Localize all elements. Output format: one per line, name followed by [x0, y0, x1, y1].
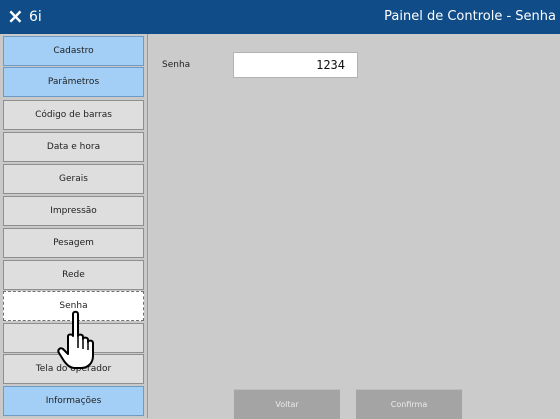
sidebar-item-label: Data e hora: [46, 142, 101, 152]
back-button-label: Voltar: [275, 400, 299, 409]
sidebar-item-label: Cadastro: [53, 46, 94, 56]
close-icon[interactable]: ×: [7, 4, 24, 28]
sidebar-item-data-e-hora[interactable]: Data e hora: [3, 132, 144, 162]
sidebar-item-rede[interactable]: Rede: [3, 260, 144, 290]
sidebar-item-senha[interactable]: Senha: [3, 291, 144, 321]
confirm-button[interactable]: Confirma: [356, 389, 462, 419]
sidebar: Cadastro Parâmetros Código de barras Dat…: [0, 34, 148, 418]
sidebar-item-cadastro[interactable]: Cadastro: [3, 36, 144, 66]
sidebar-item-impressao[interactable]: Impressão: [3, 196, 144, 226]
sidebar-item-gerais[interactable]: Gerais: [3, 164, 144, 194]
sidebar-item-codigo-de-barras[interactable]: Código de barras: [3, 100, 144, 130]
sidebar-item-pesagem[interactable]: Pesagem: [3, 228, 144, 258]
confirm-button-label: Confirma: [390, 400, 428, 409]
sidebar-item-label: Informações: [45, 396, 102, 406]
sidebar-item-label: Gerais: [59, 174, 88, 184]
sidebar-item-label: Rede: [62, 270, 85, 280]
sidebar-item-label: Impressão: [50, 206, 97, 216]
sidebar-item-label: Tela do operador: [35, 364, 112, 374]
sidebar-item-parametros[interactable]: Parâmetros: [3, 67, 144, 97]
sidebar-item-label: Parâmetros: [47, 77, 100, 87]
password-label: Senha: [162, 60, 191, 70]
sidebar-item-label: Pesagem: [53, 238, 94, 248]
main-content: Senha 1234 Voltar Confirma: [148, 34, 560, 419]
sidebar-item-blank[interactable]: [3, 323, 144, 353]
app-name: 6i: [29, 9, 42, 25]
window-title: Painel de Controle - Senha: [384, 9, 556, 24]
sidebar-item-informacoes[interactable]: Informações: [3, 386, 144, 416]
title-bar: × 6i Painel de Controle - Senha: [0, 0, 560, 34]
sidebar-item-label: Senha: [59, 301, 88, 311]
password-field[interactable]: 1234: [233, 52, 358, 78]
sidebar-item-label: Código de barras: [35, 110, 112, 120]
back-button[interactable]: Voltar: [234, 389, 340, 419]
sidebar-item-tela-do-operador[interactable]: Tela do operador: [3, 354, 144, 384]
